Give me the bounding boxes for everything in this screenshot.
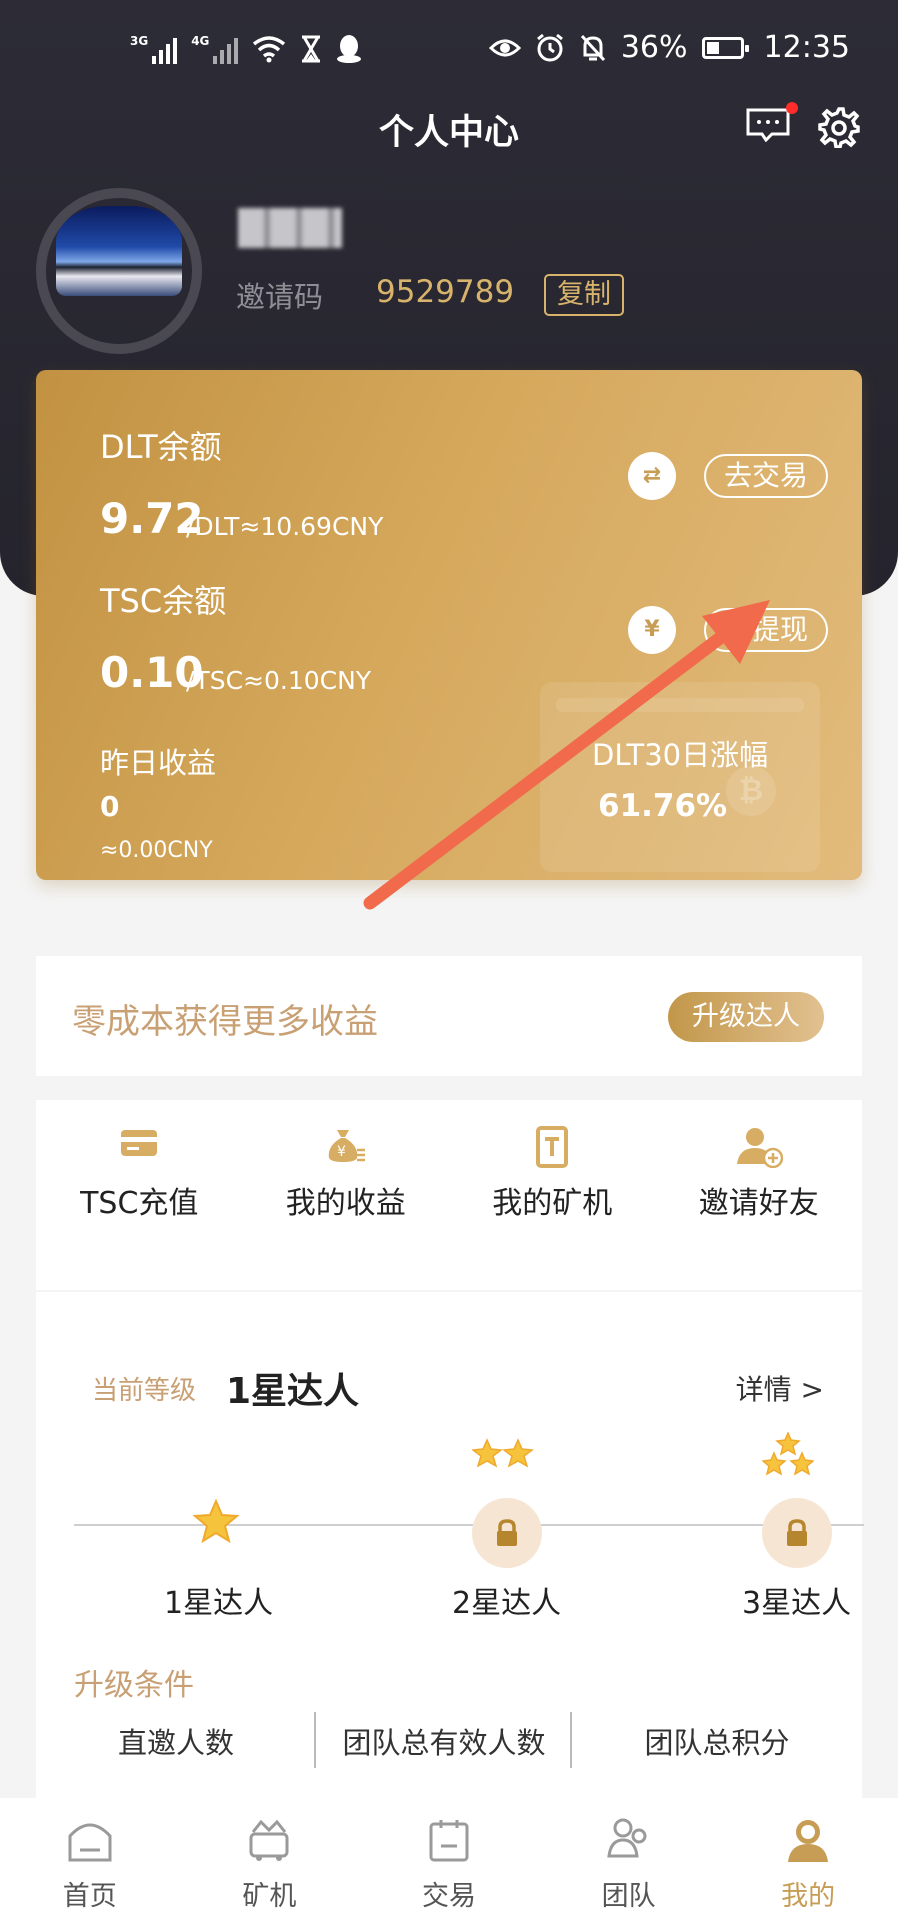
network-type-2: 4G [191, 34, 210, 48]
yesterday-earnings-cny: ≈0.00CNY [100, 838, 213, 863]
card-icon [121, 1130, 158, 1156]
menu-label: 我的矿机 [492, 1186, 613, 1221]
trade-icon [429, 1820, 469, 1862]
money-bag-icon: ¥ [328, 1130, 365, 1162]
trade-button[interactable]: 去交易 [704, 454, 828, 498]
growth-value: 61.76% [598, 788, 728, 824]
invite-code-value: 9529789 [376, 274, 515, 310]
copy-button[interactable]: 复制 [544, 274, 624, 316]
star-icon [192, 1498, 240, 1544]
team-icon [606, 1818, 647, 1858]
current-level-value: 1星达人 [226, 1371, 360, 1412]
eye-icon [488, 39, 521, 56]
nav-label: 首页 [62, 1881, 117, 1912]
condition-team-points: 团队总积分 [644, 1726, 790, 1760]
username-blurred [238, 208, 342, 248]
miner-icon [249, 1819, 289, 1861]
menu-item-my-earnings[interactable]: ¥ 我的收益 [243, 1100, 450, 1290]
three-stars-icon [762, 1432, 814, 1476]
tsc-balance-label: TSC余额 [100, 582, 227, 620]
current-level-label: 当前等级 [92, 1376, 197, 1406]
quick-menu: TSC充值 ¥ 我的收益 我的矿机 邀请好友 [36, 1100, 862, 1290]
nav-item-team[interactable]: 团队 [539, 1798, 719, 1920]
bottom-nav: 首页 矿机 交易 团队 我的 [0, 1798, 898, 1920]
nav-label: 交易 [421, 1881, 476, 1912]
message-icon[interactable] [746, 108, 790, 142]
level-details-link[interactable]: 详情 > [736, 1368, 824, 1408]
status-bar: 3G 4G 36% 12:35 [0, 30, 898, 74]
wallet-decoration [540, 682, 820, 872]
svg-text:¥: ¥ [337, 1144, 346, 1160]
invite-code-label: 邀请码 [236, 280, 324, 314]
yesterday-earnings-label: 昨日收益 [100, 746, 217, 780]
nav-item-home[interactable]: 首页 [0, 1798, 180, 1920]
menu-item-my-miner[interactable]: 我的矿机 [449, 1100, 656, 1290]
machine-icon [536, 1126, 569, 1168]
nav-item-miner[interactable]: 矿机 [180, 1798, 360, 1920]
alarm-icon [536, 33, 563, 61]
upgrade-conditions-title: 升级条件 [74, 1668, 194, 1703]
notification-dot [786, 102, 798, 114]
trade-icon[interactable]: ⇄ [628, 452, 676, 500]
condition-direct-invites: 直邀人数 [117, 1726, 234, 1760]
add-user-icon [736, 1128, 783, 1168]
promo-text: 零成本获得更多收益 [72, 1002, 378, 1042]
condition-team-valid: 团队总有效人数 [342, 1726, 546, 1760]
profile-icon [788, 1820, 829, 1862]
nav-item-profile[interactable]: 我的 [718, 1798, 898, 1920]
nav-label: 我的 [781, 1881, 836, 1912]
signal-icon: 4G [191, 34, 239, 64]
level-section: 当前等级 1星达人 详情 > 1星达人 2星达人 3星达人 升级条件 直邀人数 … [36, 1292, 864, 1798]
menu-item-invite-friends[interactable]: 邀请好友 [656, 1100, 863, 1290]
balance-card: ₿ DLT余额 9.72 /DLT≈10.69CNY ⇄ 去交易 TSC余额 0… [36, 370, 862, 880]
home-icon [68, 1823, 112, 1862]
avatar-image [56, 206, 182, 296]
nav-item-trade[interactable]: 交易 [359, 1798, 539, 1920]
battery-icon [701, 36, 749, 59]
mute-bell-icon [580, 34, 605, 61]
level-name-clip: 3星达人 [742, 1574, 862, 1618]
gear-icon[interactable] [818, 106, 860, 148]
nav-label: 矿机 [242, 1881, 297, 1912]
withdraw-button[interactable]: 去提现 [704, 608, 828, 652]
wifi-icon [253, 36, 286, 63]
level-name: 3星达人 [742, 1586, 852, 1618]
battery-percent: 36% [620, 30, 688, 65]
promo-banner: 零成本获得更多收益 升级达人 [36, 956, 862, 1076]
dlt-balance-unit: /DLT≈10.69CNY [186, 512, 384, 541]
growth-label: DLT30日涨幅 [592, 738, 769, 772]
dlt-balance-label: DLT余额 [100, 428, 222, 466]
avatar[interactable] [36, 188, 202, 354]
hourglass-icon [302, 35, 321, 63]
two-stars-icon [472, 1438, 534, 1468]
nav-label: 团队 [601, 1881, 656, 1912]
network-type-1: 3G [130, 34, 149, 48]
menu-item-tsc-recharge[interactable]: TSC充值 [36, 1100, 243, 1290]
tsc-balance-unit: /TSC≈0.10CNY [186, 666, 372, 695]
signal-icon: 3G [130, 34, 178, 64]
qq-icon [337, 35, 362, 63]
clock: 12:35 [763, 30, 850, 65]
menu-label: 我的收益 [285, 1186, 406, 1221]
level-name: 1星达人 [164, 1586, 274, 1621]
upgrade-button[interactable]: 升级达人 [668, 992, 824, 1042]
menu-label: 邀请好友 [698, 1186, 819, 1221]
lock-icon [472, 1498, 542, 1568]
menu-label: TSC充值 [80, 1186, 199, 1221]
yesterday-earnings-value: 0 [100, 790, 120, 823]
level-name: 2星达人 [452, 1586, 562, 1621]
withdraw-icon[interactable]: ¥ [628, 606, 676, 654]
lock-icon [762, 1498, 832, 1568]
